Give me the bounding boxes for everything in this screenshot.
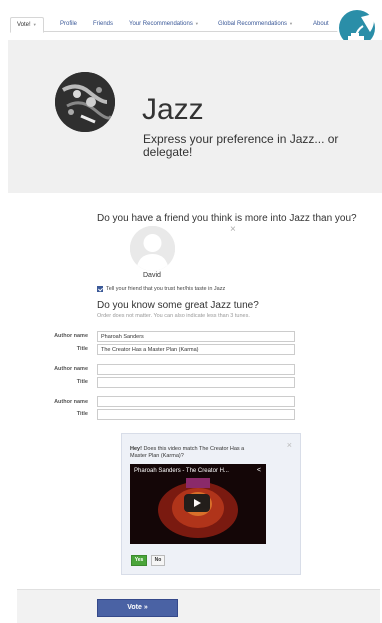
author-label-3: Author name [54,399,88,405]
nav-tab-your-recommendations-label: Your Recommendations [129,21,193,27]
author-input-3[interactable] [97,396,295,407]
nav-tab-global-recommendations-label: Global Recommendations [218,21,288,27]
yes-button[interactable]: Yes [131,555,147,566]
tune-question: Do you know some great Jazz tune? [97,300,259,311]
trust-checkbox-row[interactable]: Tell your friend that you trust her/his … [97,286,225,292]
nav-tab-vote-label: Vote! [17,22,31,28]
trust-checkbox[interactable] [97,286,103,292]
chevron-down-icon: ▼ [289,21,294,26]
author-label-2: Author name [54,366,88,372]
top-navigation: Vote! ▼ Profile Friends Your Recommendati… [10,17,347,33]
video-prompt-text: Does this video match The Creator Has a … [130,446,245,459]
no-button[interactable]: No [151,555,165,566]
video-match-prompt: Hey! Does this video match The Creator H… [130,446,260,459]
friend-avatar[interactable] [130,226,175,271]
nav-tab-vote[interactable]: Vote! ▼ [10,17,44,33]
title-input-2[interactable] [97,377,295,388]
page-title: Jazz [142,93,204,126]
saxophone-image [55,72,115,132]
title-label-1: Title [76,346,88,352]
hero-banner: Jazz Express your preference in Jazz... … [8,40,382,193]
author-input-1[interactable] [97,331,295,342]
user-silhouette-icon [130,226,175,271]
close-icon[interactable]: × [230,224,236,235]
nav-tab-your-recommendations[interactable]: Your Recommendations ▼ [129,17,199,32]
friend-name: David [143,272,161,279]
chevron-down-icon: ▼ [194,21,199,26]
friend-question: Do you have a friend you think is more i… [97,213,357,224]
chevron-down-icon: ▼ [32,22,37,27]
page-subtitle: Express your preference in Jazz... or de… [143,132,339,159]
video-match-box: × Hey! Does this video match The Creator… [121,433,301,575]
author-label-1: Author name [54,333,88,339]
title-label-3: Title [76,411,88,417]
trust-checkbox-label: Tell your friend that you trust her/his … [106,286,226,292]
nav-tab-profile[interactable]: Profile [60,17,77,32]
vote-button[interactable]: Vote » [97,599,178,617]
nav-tab-friends[interactable]: Friends [93,17,113,32]
video-title: Pharoah Sanders - The Creator H... [134,468,229,474]
form-footer: Vote » [17,589,380,623]
title-input-1[interactable] [97,344,295,355]
share-icon[interactable]: < [257,467,261,474]
play-icon[interactable] [184,494,210,512]
title-label-2: Title [76,379,88,385]
nav-tab-global-recommendations[interactable]: Global Recommendations ▼ [218,17,293,32]
tune-hint: Order does not matter. You can also indi… [97,313,250,319]
author-input-2[interactable] [97,364,295,375]
nav-tab-about[interactable]: About [313,17,329,32]
close-icon[interactable]: × [287,440,292,450]
video-prompt-bold: Hey! [130,446,142,452]
video-player[interactable]: Pharoah Sanders - The Creator H... < [130,464,266,544]
title-input-3[interactable] [97,409,295,420]
